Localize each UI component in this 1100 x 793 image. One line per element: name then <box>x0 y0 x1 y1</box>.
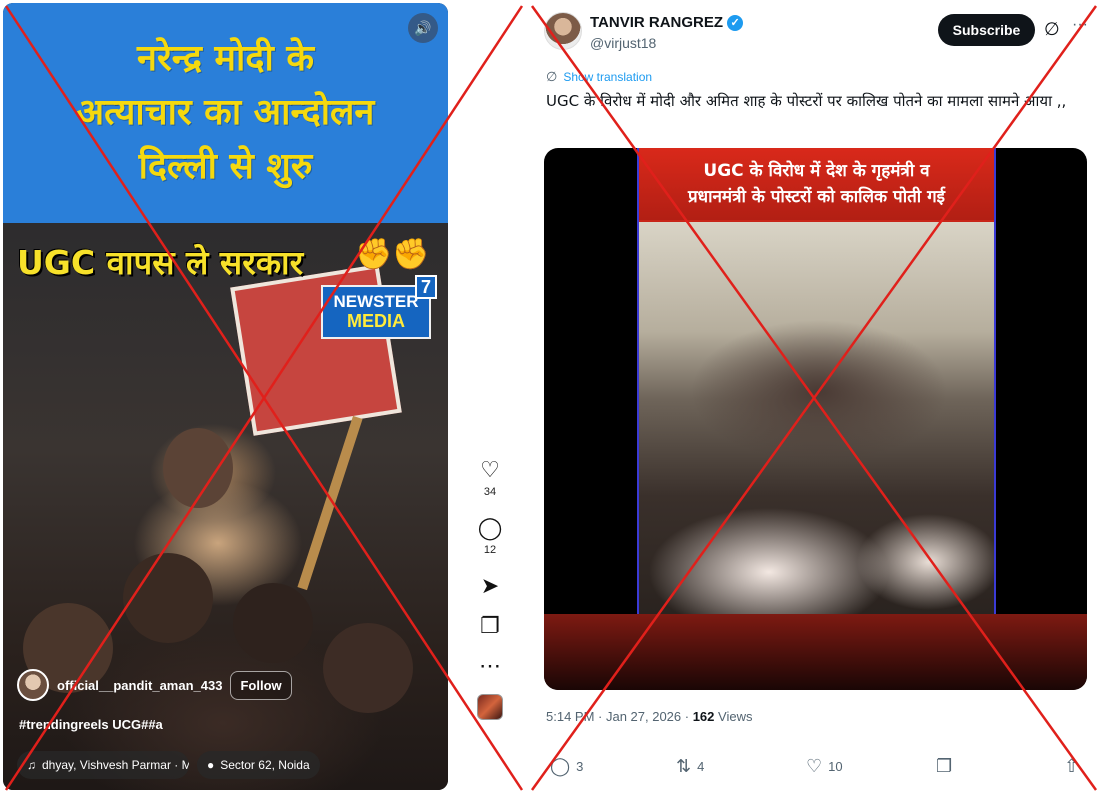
like-button[interactable]: ♡ 10 <box>806 756 843 777</box>
video-caption: UGC वापस ले सरकार <box>17 243 304 282</box>
raised-fist-icon: ✊✊ <box>355 238 430 271</box>
share-action[interactable]: ➤ <box>481 574 499 598</box>
bookmark-icon[interactable]: ❐ <box>480 614 500 638</box>
audio-chip[interactable]: ♫ dhyay, Vishvesh Parmar · M <box>17 751 189 779</box>
banner-line-1: नरेन्द्र मोदी के <box>137 38 314 79</box>
watermark-line-1: NEWSTER <box>333 292 419 311</box>
video-headline-line-1: UGC के विरोध में देश के गृहमंत्री व <box>703 161 930 181</box>
music-note-icon: ♫ <box>27 758 36 772</box>
video-headline-line-2: प्रधानमंत्री के पोस्टरों को कालिक पोती ग… <box>687 187 946 207</box>
repost-icon[interactable]: ⇅ <box>676 756 691 777</box>
repost-button[interactable]: ⇅ 4 <box>676 756 704 777</box>
reel-chips: ♫ dhyay, Vishvesh Parmar · M ● Sector 62… <box>17 751 320 779</box>
grok-icon[interactable]: ∅ <box>1044 19 1060 40</box>
location-chip[interactable]: ● Sector 62, Noida <box>197 751 320 779</box>
newster-media-watermark: NEWSTER MEDIA 7 <box>321 275 437 339</box>
screenshot-page: नरेन्द्र मोदी के अत्याचार का आन्दोलन दिल… <box>0 0 1100 793</box>
banner-line-2: अत्याचार का आन्दोलन <box>76 92 375 133</box>
audio-thumbnail[interactable] <box>477 694 503 720</box>
location-pin-icon: ● <box>207 758 215 772</box>
like-count: 10 <box>828 759 843 774</box>
like-count: 34 <box>483 486 497 498</box>
video-frame: UGC के विरोध में देश के गृहमंत्री व प्रध… <box>637 148 996 614</box>
follow-button[interactable]: Follow <box>230 670 292 700</box>
show-translation-link[interactable]: ∅ Show translation <box>546 69 652 85</box>
more-action[interactable]: ⋯ <box>479 654 501 678</box>
heart-icon[interactable]: ♡ <box>806 756 822 777</box>
comment-count: 12 <box>483 544 497 556</box>
views-count: 162 <box>692 709 715 724</box>
bookmark-button[interactable]: ❐ <box>936 756 952 777</box>
audio-chip-label: dhyay, Vishvesh Parmar · M <box>42 758 189 772</box>
more-icon[interactable]: ⋯ <box>479 654 501 678</box>
post-timestamp[interactable]: 5:14 PM · Jan 27, 2026 · <box>546 709 693 724</box>
crowd-person <box>123 553 213 643</box>
share-icon[interactable]: ⇧ <box>1064 756 1079 777</box>
reply-count: 3 <box>576 759 584 774</box>
reel-video-frame[interactable]: UGC वापस ले सरकार ✊✊ NEWSTER MEDIA 7 off… <box>3 223 448 790</box>
x-post: TANVIR RANGREZ ✓ @virjust18 Subscribe ∅ … <box>530 0 1100 793</box>
comment-icon[interactable]: ◯ <box>478 516 503 540</box>
views-label: Views <box>714 709 753 724</box>
display-name-row[interactable]: TANVIR RANGREZ ✓ <box>590 14 744 31</box>
display-name[interactable]: TANVIR RANGREZ <box>590 14 723 31</box>
watermark-badge: 7 <box>415 275 437 299</box>
post-text: UGC के विरोध में मोदी और अमित शाह के पोस… <box>546 92 1067 110</box>
reel-title-banner: नरेन्द्र मोदी के अत्याचार का आन्दोलन दिल… <box>3 3 448 223</box>
reply-button[interactable]: ◯ 3 <box>550 756 583 777</box>
comment-action[interactable]: ◯ 12 <box>478 516 503 558</box>
crowd-person <box>323 623 413 713</box>
repost-count: 4 <box>697 759 705 774</box>
heart-icon[interactable]: ♡ <box>480 458 500 482</box>
post-video[interactable]: UGC के विरोध में देश के गृहमंत्री व प्रध… <box>544 148 1087 690</box>
share-button[interactable]: ⇧ <box>1064 756 1079 777</box>
video-bottom-gradient <box>544 614 1087 690</box>
reel-username[interactable]: official__pandit_aman_433 <box>57 678 222 693</box>
translate-icon: ∅ <box>546 69 558 84</box>
like-action[interactable]: ♡ 34 <box>480 458 500 500</box>
send-icon[interactable]: ➤ <box>481 574 499 598</box>
location-chip-label: Sector 62, Noida <box>220 758 310 772</box>
post-actions: ◯ 3 ⇅ 4 ♡ 10 ❐ ⇧ <box>546 756 1086 780</box>
avatar[interactable] <box>17 669 49 701</box>
verified-badge-icon: ✓ <box>727 14 744 31</box>
protest-photo <box>639 222 994 614</box>
watermark-line-2: MEDIA <box>347 311 405 331</box>
subscribe-button[interactable]: Subscribe <box>938 14 1035 46</box>
show-translation-label[interactable]: Show translation <box>563 70 652 84</box>
instagram-reel[interactable]: नरेन्द्र मोदी के अत्याचार का आन्दोलन दिल… <box>3 3 448 790</box>
reply-icon[interactable]: ◯ <box>550 756 570 777</box>
bookmark-icon[interactable]: ❐ <box>936 756 952 777</box>
avatar[interactable] <box>544 12 582 50</box>
post-meta: 5:14 PM · Jan 27, 2026 · 162 Views <box>546 709 752 724</box>
placard-stick <box>297 415 363 591</box>
more-icon[interactable]: ··· <box>1072 16 1088 34</box>
user-handle[interactable]: @virjust18 <box>590 35 656 51</box>
protester <box>163 428 233 508</box>
video-headline: UGC के विरोध में देश के गृहमंत्री व प्रध… <box>639 148 994 220</box>
save-action[interactable]: ❐ <box>480 614 500 638</box>
reel-author: official__pandit_aman_433 Follow <box>17 669 292 701</box>
volume-icon[interactable]: 🔊 <box>408 13 438 43</box>
crowd-person <box>233 583 313 663</box>
banner-line-3: दिल्ली से शुरु <box>138 146 313 187</box>
reel-action-rail: ♡ 34 ◯ 12 ➤ ❐ ⋯ <box>470 458 510 720</box>
reel-caption[interactable]: #trendingreels UCG##a <box>19 717 163 732</box>
